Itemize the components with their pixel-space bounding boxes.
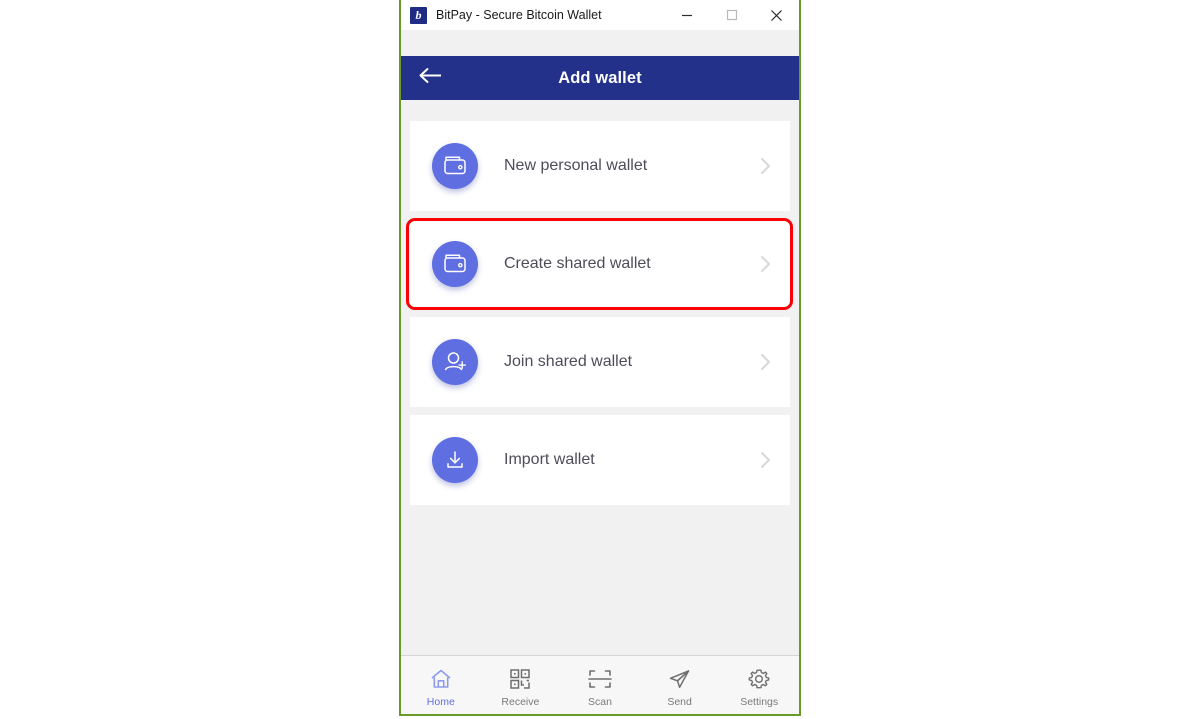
person-add-icon [432,339,478,385]
back-button[interactable] [409,56,451,100]
screenshot-root: b BitPay - Secure Bitcoin Wallet Add wal… [0,0,1200,719]
maximize-button[interactable] [709,0,754,30]
titlebar-spacer [401,30,799,56]
chevron-right-icon [759,254,772,274]
close-button[interactable] [754,0,799,30]
chevron-right-icon [759,352,772,372]
wallet-options-list: New personal wallet Create shared wallet… [401,100,799,657]
nav-item-scan[interactable]: Scan [560,656,640,714]
qr-code-icon [508,666,532,692]
page-title: Add wallet [558,68,642,87]
nav-item-home[interactable]: Home [401,656,481,714]
option-label: Create shared wallet [504,255,651,272]
option-label: Join shared wallet [504,353,633,370]
chevron-right-icon [759,450,772,470]
minimize-button[interactable] [664,0,709,30]
bitpay-logo-icon: b [410,6,427,24]
option-create-shared-wallet[interactable]: Create shared wallet [410,219,790,309]
window-title: BitPay - Secure Bitcoin Wallet [436,8,602,22]
option-label: New personal wallet [504,157,648,174]
bitpay-app-window: b BitPay - Secure Bitcoin Wallet Add wal… [399,0,801,716]
nav-item-settings[interactable]: Settings [719,656,799,714]
gear-icon [747,666,771,692]
nav-label: Settings [740,696,779,708]
option-new-personal-wallet[interactable]: New personal wallet [410,121,790,211]
window-titlebar: b BitPay - Secure Bitcoin Wallet [401,0,799,30]
option-import-wallet[interactable]: Import wallet [410,415,790,505]
nav-label: Scan [588,696,612,708]
nav-label: Send [667,696,692,708]
nav-item-send[interactable]: Send [640,656,720,714]
paper-plane-icon [667,666,692,692]
nav-item-receive[interactable]: Receive [481,656,561,714]
wallet-icon [432,241,478,287]
app-header: Add wallet [401,56,799,100]
bitpay-logo-letter: b [415,8,422,22]
window-controls [664,0,799,30]
bottom-navigation-bar: Home Receive Scan Send Settings [401,655,799,714]
home-icon [429,666,453,692]
nav-label: Home [426,696,455,708]
option-label: Import wallet [504,451,595,468]
scan-icon [587,666,613,692]
option-join-shared-wallet[interactable]: Join shared wallet [410,317,790,407]
chevron-right-icon [759,156,772,176]
wallet-icon [432,143,478,189]
nav-label: Receive [501,696,540,708]
download-icon [432,437,478,483]
arrow-left-icon [418,67,443,89]
